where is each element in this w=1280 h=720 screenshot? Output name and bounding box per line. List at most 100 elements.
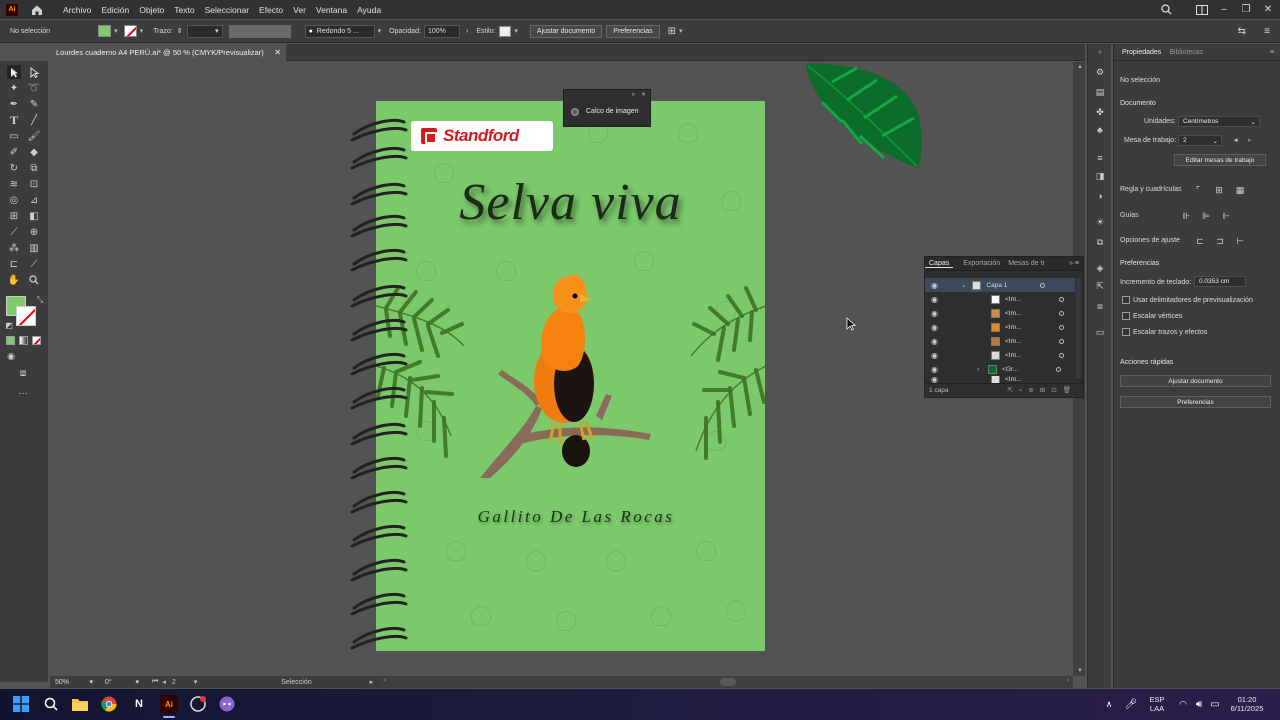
prev-artboard-icon[interactable]: ◂ <box>162 678 166 686</box>
language-indicator[interactable]: ESP LAA <box>1146 695 1168 713</box>
stepper-icon[interactable]: ⇕ <box>177 27 183 35</box>
magic-wand-icon[interactable]: ✦ <box>7 81 21 95</box>
close-icon[interactable]: ✕ <box>1262 4 1274 16</box>
arrange-icon[interactable]: ⇆ <box>1238 26 1246 37</box>
smart-guides-icon[interactable]: ⊩ <box>1220 210 1232 222</box>
preview-bounds-checkbox[interactable] <box>1122 296 1130 304</box>
battery-icon[interactable]: ▭ <box>1206 695 1224 713</box>
target-circle-icon[interactable] <box>1040 282 1046 288</box>
free-transform-icon[interactable]: ⊡ <box>27 177 41 191</box>
adjust-document-button[interactable]: Ajustar documento <box>529 24 603 38</box>
hand-tool-icon[interactable]: ✋ <box>7 273 21 287</box>
menu-seleccionar[interactable]: Seleccionar <box>200 5 254 15</box>
visibility-eye-icon[interactable]: ◉ <box>931 351 941 359</box>
document-tab[interactable]: Lourdes cuaderno A4 PERÚ.ai* @ 50 % (CMY… <box>50 44 286 61</box>
snap-point-icon[interactable]: ⊏ <box>1194 235 1206 247</box>
tab-exportacion[interactable]: Exportación <box>959 260 1004 267</box>
layer-row[interactable]: ◉ <Im... <box>925 292 1075 306</box>
grid-icon[interactable]: ⊞ <box>1213 184 1225 196</box>
stroke-panel-icon[interactable]: ≡ <box>1094 152 1106 164</box>
stroke-color-swatch[interactable] <box>16 306 36 326</box>
close-icon[interactable]: ✕ <box>274 48 281 57</box>
menu-ventana[interactable]: Ventana <box>311 5 352 15</box>
collapse-icon[interactable]: » <box>632 92 635 98</box>
default-colors-icon[interactable]: ◩ <box>2 318 16 332</box>
search-icon[interactable] <box>42 695 60 713</box>
menu-archivo[interactable]: Archivo <box>58 5 96 15</box>
chevron-down-icon[interactable]: ▾ <box>514 27 518 35</box>
home-icon[interactable] <box>30 3 44 17</box>
opacity-label[interactable]: Opacidad: <box>389 28 421 35</box>
horizontal-scrollbar[interactable]: ‹ › <box>380 676 1073 688</box>
restore-icon[interactable]: ❐ <box>1240 4 1252 16</box>
search-icon[interactable] <box>1160 4 1172 16</box>
chevron-down-icon[interactable]: ⌄ <box>961 281 966 289</box>
pen-tool-icon[interactable]: ✒ <box>7 97 21 111</box>
discord-icon[interactable] <box>218 695 236 713</box>
target-circle-icon[interactable] <box>1059 324 1064 330</box>
chevron-right-icon[interactable]: › <box>977 366 979 373</box>
gradient-tool-icon[interactable]: ◧ <box>27 209 41 223</box>
visibility-eye-icon[interactable]: ◉ <box>931 365 941 373</box>
eraser-icon[interactable]: ◆ <box>27 145 41 159</box>
swap-colors-icon[interactable]: ⤡ <box>33 293 47 307</box>
tab-mesas[interactable]: Mesas de tr <box>1004 260 1049 267</box>
chrome-icon[interactable] <box>100 695 118 713</box>
visibility-eye-icon[interactable]: ◉ <box>931 376 941 383</box>
stroke-weight-input[interactable]: ▾ <box>186 24 223 38</box>
layer-actions-icons[interactable]: ⇱⌕⊕⊞⊡🗑 <box>1007 386 1077 395</box>
menu-efecto[interactable]: Efecto <box>254 5 288 15</box>
artboard-select[interactable]: 2 ⌄ <box>1178 135 1222 146</box>
layer-row[interactable]: ◉ <Im... <box>925 376 1075 383</box>
chevron-right-icon[interactable]: › <box>466 28 468 35</box>
curvature-tool-icon[interactable]: ✎ <box>27 97 41 111</box>
status-menu-icon[interactable]: ▸ <box>370 678 374 686</box>
close-icon[interactable]: ✕ <box>641 91 646 98</box>
menu-edicion[interactable]: Edición <box>96 5 134 15</box>
mesh-tool-icon[interactable]: ⊞ <box>7 209 21 223</box>
brush-select[interactable]: ● Redondo 5 ... <box>304 24 375 38</box>
variable-width-profile[interactable] <box>228 24 291 38</box>
notion-icon[interactable]: N <box>130 695 148 713</box>
rotate-tool-icon[interactable]: ↻ <box>7 161 21 175</box>
brush-panel-icon[interactable]: ✤ <box>1094 106 1106 118</box>
align-icon[interactable]: ⊞ <box>668 26 676 37</box>
target-circle-icon[interactable] <box>1059 338 1064 344</box>
draw-mode-icon[interactable]: ◉ <box>4 349 18 363</box>
next-artboard-icon[interactable]: ▸ <box>1248 136 1252 144</box>
edit-artboards-button[interactable]: Editar mesas de trabajo <box>1174 154 1266 166</box>
first-artboard-icon[interactable]: ⏮ <box>152 678 158 686</box>
workspace-icon[interactable] <box>1196 4 1208 16</box>
target-circle-icon[interactable] <box>1059 310 1064 316</box>
microphone-icon[interactable]: 🎤︎ <box>1122 695 1140 713</box>
layer-row[interactable]: ◉ <Im... <box>925 348 1075 362</box>
collapse-icon[interactable]: « <box>1094 46 1106 58</box>
live-paint-icon[interactable]: ⊿ <box>27 193 41 207</box>
layer-row[interactable]: ◉ <Im... <box>925 334 1075 348</box>
symbol-sprayer-icon[interactable]: ⁂ <box>7 241 21 255</box>
visibility-eye-icon[interactable]: ◉ <box>931 281 941 289</box>
units-select[interactable]: Centímetros ⌄ <box>1178 116 1260 127</box>
visibility-eye-icon[interactable]: ◉ <box>931 295 941 303</box>
windows-start-icon[interactable] <box>12 695 30 713</box>
rotation-select[interactable]: 0° ▾ <box>102 677 142 687</box>
snap-grid-icon[interactable]: ⊐ <box>1214 235 1226 247</box>
scale-tool-icon[interactable]: ⧉ <box>27 161 41 175</box>
tray-chevron-up-icon[interactable]: ∧ <box>1100 695 1118 713</box>
scale-corners-checkbox[interactable] <box>1122 312 1130 320</box>
layer-row[interactable]: ◉ <Im... <box>925 320 1075 334</box>
libraries-icon[interactable]: ▤ <box>1094 86 1106 98</box>
target-circle-icon[interactable] <box>1056 366 1062 372</box>
panel-menu-icon[interactable]: » ≡ <box>1069 260 1079 267</box>
menu-ver[interactable]: Ver <box>288 5 311 15</box>
tab-propiedades[interactable]: Propiedades <box>1118 49 1165 56</box>
selection-tool-icon[interactable] <box>7 65 21 79</box>
chevron-down-icon[interactable]: ▾ <box>114 27 118 35</box>
paintbrush-icon[interactable]: 🖌 <box>27 129 41 143</box>
canvas[interactable]: Standford Selva viva Gallito De Las Roca… <box>50 62 1072 676</box>
minimize-icon[interactable]: – <box>1218 4 1230 16</box>
export-icon[interactable]: ⇱ <box>1094 280 1106 292</box>
target-circle-icon[interactable] <box>1059 352 1064 358</box>
opacity-input[interactable]: 100% <box>424 24 460 38</box>
zoom-select[interactable]: 50% ▾ <box>52 677 96 687</box>
